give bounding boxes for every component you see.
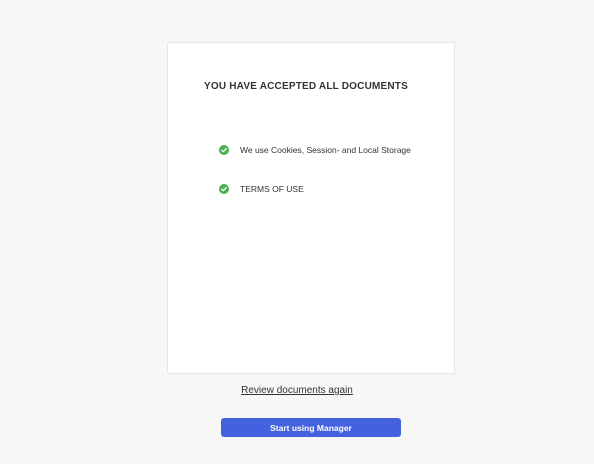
review-documents-link[interactable]: Review documents again <box>0 385 594 396</box>
check-circle-icon <box>219 145 229 155</box>
consent-card: YOU HAVE ACCEPTED ALL DOCUMENTS We use C… <box>167 42 455 374</box>
start-using-manager-button[interactable]: Start using Manager <box>221 418 401 437</box>
document-item-terms: TERMS OF USE <box>219 182 411 196</box>
document-list: We use Cookies, Session- and Local Stora… <box>219 143 411 221</box>
card-title: YOU HAVE ACCEPTED ALL DOCUMENTS <box>204 81 408 92</box>
document-label: TERMS OF USE <box>240 184 304 194</box>
check-circle-icon <box>219 184 229 194</box>
document-label: We use Cookies, Session- and Local Stora… <box>240 145 411 155</box>
document-item-cookies: We use Cookies, Session- and Local Stora… <box>219 143 411 157</box>
